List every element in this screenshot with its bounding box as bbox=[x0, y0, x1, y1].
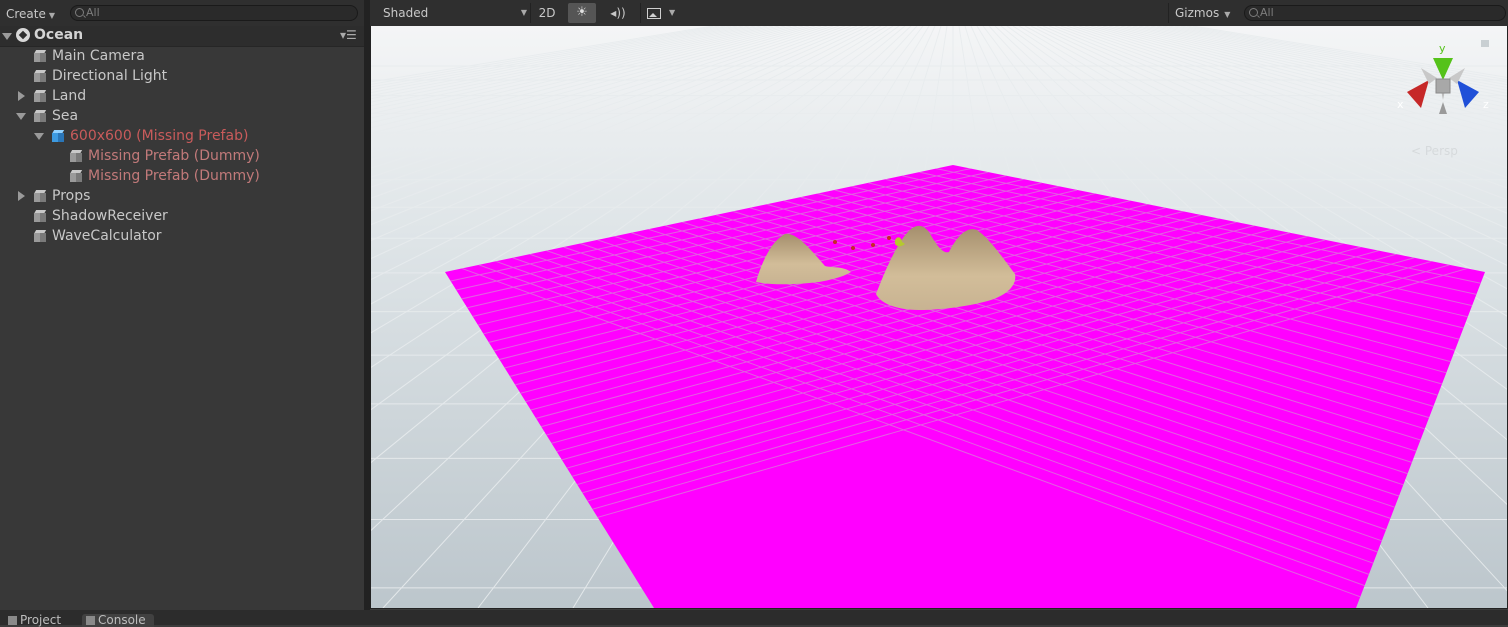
gameobject-cube-icon bbox=[33, 70, 47, 82]
search-icon bbox=[1249, 8, 1258, 17]
collapse-arrow-icon[interactable] bbox=[18, 91, 25, 101]
scene-name: Ocean bbox=[34, 27, 84, 43]
gameobject-cube-icon bbox=[33, 210, 47, 222]
collapse-arrow-icon[interactable] bbox=[18, 191, 25, 201]
hierarchy-item[interactable]: Land bbox=[0, 86, 364, 106]
hierarchy-item-label: Directional Light bbox=[52, 68, 168, 84]
dropdown-arrow-icon: ▼ bbox=[48, 11, 56, 20]
gameobject-cube-icon bbox=[33, 230, 47, 242]
hierarchy-item[interactable]: ShadowReceiver bbox=[0, 206, 364, 226]
z-axis-label: z bbox=[1483, 98, 1489, 111]
scene-render[interactable]: y x z < Persp bbox=[371, 26, 1507, 608]
hierarchy-item[interactable]: Missing Prefab (Dummy) bbox=[0, 166, 364, 186]
hierarchy-panel: Create ▼ All Ocean ▾☰ Main Camera Directio… bbox=[0, 0, 364, 610]
folder-icon bbox=[8, 616, 17, 625]
dropdown-arrow-icon: ▼ bbox=[1224, 10, 1231, 19]
toggle-2d-button[interactable]: 2D bbox=[530, 3, 563, 23]
gizmos-dropdown[interactable]: Gizmos ▼ bbox=[1168, 3, 1241, 23]
gameobject-cube-icon bbox=[33, 90, 47, 102]
hierarchy-item[interactable]: Directional Light bbox=[0, 66, 364, 86]
hierarchy-item-label: Props bbox=[52, 188, 91, 204]
console-icon bbox=[86, 616, 95, 625]
bottom-tab-bar: Project Console bbox=[0, 610, 1508, 627]
hierarchy-toolbar: Create ▼ All bbox=[0, 0, 364, 27]
scene-search-placeholder: All bbox=[1260, 6, 1274, 19]
x-axis-label: x bbox=[1397, 98, 1404, 111]
draw-mode-label: Shaded bbox=[383, 6, 429, 20]
hierarchy-search-placeholder: All bbox=[86, 6, 100, 19]
hierarchy-item[interactable]: Main Camera bbox=[0, 46, 364, 66]
expand-arrow-icon[interactable] bbox=[2, 33, 12, 40]
gameobject-cube-icon bbox=[69, 150, 83, 162]
dropdown-arrow-icon: ▼ bbox=[520, 8, 527, 17]
projection-label[interactable]: < Persp bbox=[1411, 144, 1458, 158]
search-icon bbox=[75, 8, 84, 17]
create-button[interactable]: Create ▼ bbox=[0, 4, 61, 24]
scene-menu-icon[interactable]: ▾☰ bbox=[340, 28, 357, 42]
red-marker bbox=[851, 246, 855, 250]
gameobject-cube-icon bbox=[33, 50, 47, 62]
scene-effects-dropdown[interactable]: ▼ bbox=[640, 3, 679, 23]
expand-arrow-icon[interactable] bbox=[16, 113, 26, 120]
dropdown-arrow-icon: ▼ bbox=[669, 8, 676, 17]
prefab-cube-icon bbox=[51, 130, 65, 142]
hierarchy-item-label: Sea bbox=[52, 108, 79, 124]
hierarchy-item[interactable]: WaveCalculator bbox=[0, 226, 364, 246]
scene-header-row[interactable]: Ocean ▾☰ bbox=[0, 26, 364, 47]
projection-label-text: Persp bbox=[1425, 144, 1458, 158]
hierarchy-item-label: Missing Prefab (Dummy) bbox=[88, 168, 260, 184]
speaker-icon: ◂)) bbox=[610, 6, 626, 20]
red-marker bbox=[871, 243, 875, 247]
hierarchy-item[interactable]: 600x600 (Missing Prefab) bbox=[0, 126, 364, 146]
sun-icon: ☀ bbox=[576, 5, 588, 20]
gameobject-cube-icon bbox=[33, 190, 47, 202]
scene-toolbar: Shaded ▼ 2D ☀ ◂)) ▼ Gizmos ▼ All bbox=[370, 0, 1508, 27]
image-icon bbox=[647, 8, 661, 19]
gizmo-center-cube[interactable] bbox=[1435, 78, 1451, 94]
gameobject-cube-icon bbox=[69, 170, 83, 182]
hierarchy-item-label: ShadowReceiver bbox=[52, 208, 168, 224]
tab-project[interactable]: Project bbox=[4, 614, 69, 627]
tab-console[interactable]: Console bbox=[82, 614, 154, 627]
draw-mode-dropdown[interactable]: Shaded ▼ bbox=[378, 3, 531, 23]
expand-arrow-icon[interactable] bbox=[34, 133, 44, 140]
scene-lighting-toggle-button[interactable]: ☀ bbox=[568, 3, 596, 23]
gizmos-label: Gizmos bbox=[1175, 6, 1220, 20]
hierarchy-item-label: Main Camera bbox=[52, 48, 145, 64]
y-axis-label: y bbox=[1439, 42, 1446, 55]
create-label: Create bbox=[6, 7, 46, 21]
scene-audio-toggle-button[interactable]: ◂)) bbox=[604, 3, 632, 23]
hierarchy-item-label: WaveCalculator bbox=[52, 228, 162, 244]
hierarchy-item[interactable]: Sea bbox=[0, 106, 364, 126]
hierarchy-item[interactable]: Missing Prefab (Dummy) bbox=[0, 146, 364, 166]
gameobject-cube-icon bbox=[33, 110, 47, 122]
hierarchy-item[interactable]: Props bbox=[0, 186, 364, 206]
scene-viewport[interactable]: y x z < Persp bbox=[370, 26, 1508, 609]
hierarchy-search-input[interactable]: All bbox=[70, 5, 358, 21]
hierarchy-item-label: 600x600 (Missing Prefab) bbox=[70, 128, 249, 144]
unity-scene-icon bbox=[16, 28, 30, 42]
hierarchy-item-label: Missing Prefab (Dummy) bbox=[88, 148, 260, 164]
scene-search-input[interactable]: All bbox=[1244, 5, 1506, 21]
red-marker bbox=[833, 240, 837, 244]
lock-icon[interactable] bbox=[1481, 40, 1489, 47]
hierarchy-item-label: Land bbox=[52, 88, 87, 104]
red-marker bbox=[887, 236, 891, 240]
